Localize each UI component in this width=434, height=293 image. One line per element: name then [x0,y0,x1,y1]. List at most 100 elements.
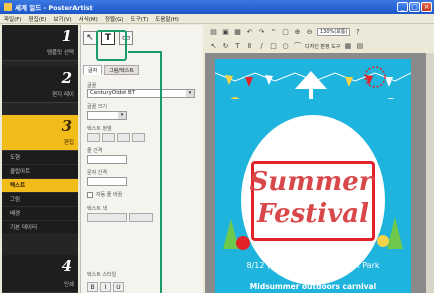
poster-page[interactable]: Summer Festival 8/12 (Sun) from 13:00 XX… [215,59,411,293]
color-buttons [87,213,153,222]
subitem-basic-data[interactable]: 기본 데이터 [2,221,78,235]
print-icon[interactable]: ▦ [233,28,242,37]
subitem-text[interactable]: 텍스트 [2,179,78,193]
char-spacing-label: 문자 간격 [87,170,107,176]
step-label: 편집 [63,140,74,146]
zoom-out-icon[interactable]: ⊖ [305,28,314,37]
minimize-button[interactable]: _ [397,2,408,12]
align-justify-button[interactable] [132,133,145,142]
subitem-clipart[interactable]: 클립아트 [2,165,78,179]
poster-date[interactable]: 8/12 (Sun) from 13:00 XXXX Park [215,261,411,270]
poster-subtitle[interactable]: Midsummer outdoors carnival [215,282,411,291]
menu-edit[interactable]: 편집(E) [29,15,47,23]
zoom-select[interactable]: 130%(보통) [317,28,351,36]
font-select[interactable]: CenturyOldst BT ▾ [87,89,195,98]
tab-image-text[interactable]: 그림/텍스트 [104,65,139,75]
font-label: 글꼴 [87,83,97,89]
menu-view[interactable]: 보기(V) [53,15,71,23]
size-label: 글꼴 크기 [87,104,107,110]
rotate-icon[interactable]: ↻ [221,42,230,51]
callout-line [160,52,162,293]
align-buttons [87,133,145,142]
quote-icon[interactable]: " [269,28,278,37]
main-toolbar: ▤ ▣ ▦ ↶ ↷ " ▢ ⊕ ⊖ 130%(보통) ? [205,25,434,39]
align-label: 텍스트 정렬 [87,126,112,132]
text-properties-panel: ↖ T ▭ 글자 그림/텍스트 글꼴 CenturyOldst BT ▾ 글꼴 … [80,25,203,293]
step-2[interactable]: 2 편지 레이 [2,67,78,103]
redo-icon[interactable]: ↷ [257,28,266,37]
line-icon[interactable]: / [257,42,266,51]
step-sidebar: 1 템플릿 선택 2 편지 레이 3 편집 도형 클립아트 텍스트 그림 배경 … [2,25,78,293]
step-number: 4 [61,257,72,275]
undo-icon[interactable]: ↶ [245,28,254,37]
text-icon[interactable]: T [233,42,242,51]
design-check-tool[interactable]: 디자인 판정 도구 [305,43,340,50]
step-number: 2 [61,69,72,87]
maximize-button[interactable]: □ [409,2,420,12]
close-button[interactable]: × [421,2,432,12]
text-tool-highlight [96,30,127,61]
curve-icon[interactable]: ⌒ [293,42,302,51]
auto-wrap-checkbox[interactable] [87,191,93,198]
subitem-image[interactable]: 그림 [2,193,78,207]
align-left-button[interactable] [87,133,100,142]
tab-font[interactable]: 글자 [83,65,103,75]
align-right-button[interactable] [117,133,130,142]
open-icon[interactable]: ▤ [209,28,218,37]
step-1[interactable]: 1 템플릿 선택 [2,25,78,61]
font-value: CenturyOldst BT [90,90,136,96]
line-spacing-label: 줄 간격 [87,148,103,154]
subitem-shape[interactable]: 도형 [2,151,78,165]
menu-arrange[interactable]: 정렬(G) [105,15,124,23]
layer-icon[interactable]: ▢ [281,28,290,37]
bold-button[interactable]: B [87,282,98,292]
step-number: 1 [61,27,72,45]
text-color-label: 텍스트 색 [87,206,107,212]
layout-icon[interactable]: ▤ [355,42,364,51]
vertical-scrollbar[interactable] [426,53,434,293]
zoom-in-icon[interactable]: ⊕ [293,28,302,37]
step-label: 템플릿 선택 [46,50,74,56]
rectangle-icon[interactable]: □ [269,42,278,51]
poster-title-line1[interactable]: Summer [215,167,409,197]
menu-file[interactable]: 파일(F) [4,15,22,23]
step-4[interactable]: 4 인쇄 [2,255,78,293]
title-bar: 세계 일드 - PosterArtist _ □ × [0,0,434,14]
ellipse-icon[interactable]: ○ [281,42,290,51]
save-icon[interactable]: ▣ [221,28,230,37]
vertical-text-icon[interactable]: Ⅱ [245,42,254,51]
select-tool-button[interactable]: ↖ [83,31,97,45]
step-number: 3 [61,117,72,135]
step-3[interactable]: 3 편집 [2,115,78,151]
char-spacing-input[interactable] [87,177,127,186]
text-style-label: 텍스트 스타일 [87,272,117,278]
menu-tools[interactable]: 도구(T) [131,15,149,23]
step-label: 편지 레이 [52,92,74,98]
help-icon[interactable]: ? [353,28,362,37]
subitem-background[interactable]: 배경 [2,207,78,221]
draw-toolbar: ↖ ↻ T Ⅱ / □ ○ ⌒ 디자인 판정 도구 ▦ ▤ [205,39,434,53]
menu-format[interactable]: 서식(M) [79,15,98,23]
canvas-area[interactable]: Summer Festival 8/12 (Sun) from 13:00 XX… [205,53,434,293]
font-size-select[interactable]: ▾ [87,111,127,120]
window-title: 세계 일드 - PosterArtist [15,4,93,12]
underline-button[interactable]: U [113,282,124,292]
auto-wrap-label: 자동 줄 바꿈 [96,192,123,198]
festival-illustration [215,66,411,99]
edit-subitems: 도형 클립아트 텍스트 그림 배경 기본 데이터 [2,151,78,235]
menu-help[interactable]: 도움말(H) [155,15,179,23]
pointer-icon[interactable]: ↖ [209,42,218,51]
panel-tabs: 글자 그림/텍스트 [81,65,204,75]
auto-wrap-row[interactable]: 자동 줄 바꿈 [87,191,122,198]
grid-icon[interactable]: ▦ [343,42,352,51]
align-center-button[interactable] [102,133,115,142]
step-label: 인쇄 [63,282,74,288]
color-detail-button[interactable] [129,213,153,222]
app-icon [4,3,12,11]
app-window: 세계 일드 - PosterArtist _ □ × 파일(F) 편집(E) 보… [0,0,434,293]
chevron-down-icon: ▾ [186,90,194,97]
italic-button[interactable]: I [100,282,111,292]
format-buttons: B I U [87,282,124,292]
line-spacing-input[interactable] [87,155,127,164]
text-color-picker[interactable] [87,213,127,222]
